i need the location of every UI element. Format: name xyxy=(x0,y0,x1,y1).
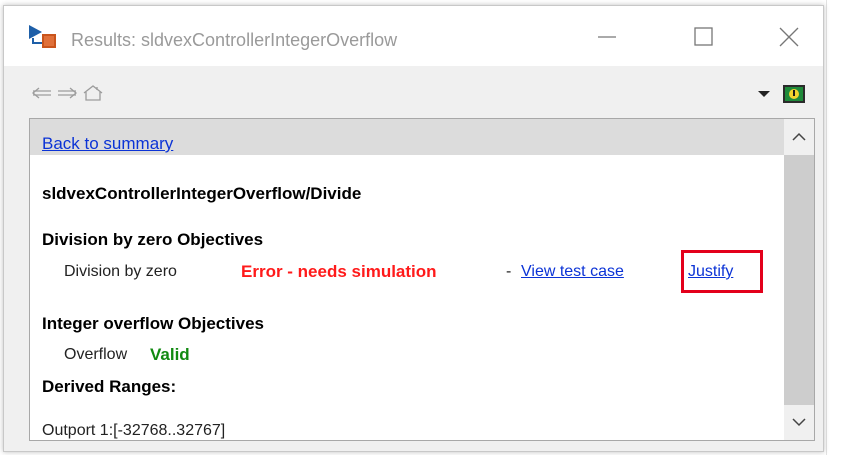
minimize-icon[interactable] xyxy=(592,24,622,50)
close-icon[interactable] xyxy=(774,24,804,50)
title-bar[interactable]: Results: sldvexControllerIntegerOverflow xyxy=(4,6,823,66)
window-title: Results: sldvexControllerIntegerOverflow xyxy=(71,30,398,50)
status-separator: - xyxy=(506,263,512,280)
overflow-objectives-heading: Integer overflow Objectives xyxy=(42,314,265,333)
division-status: Error - needs simulation xyxy=(241,262,437,281)
justify-link[interactable]: Justify xyxy=(688,263,733,281)
overflow-status: Valid xyxy=(150,345,190,364)
division-objectives-heading: Division by zero Objectives xyxy=(42,230,264,249)
simulink-model-icon xyxy=(29,25,56,48)
summary-bar: Back to summary xyxy=(30,119,784,155)
background-edge xyxy=(826,0,827,455)
scroll-down-icon[interactable] xyxy=(784,404,814,440)
home-icon[interactable] xyxy=(81,84,105,102)
vertical-scrollbar[interactable] xyxy=(784,119,814,440)
scrollbar-thumb[interactable] xyxy=(784,155,814,405)
results-window: Results: sldvexControllerIntegerOverflow xyxy=(3,5,824,452)
maximize-icon[interactable] xyxy=(688,24,718,50)
help-icon[interactable] xyxy=(782,84,806,104)
navigation-toolbar xyxy=(4,66,823,113)
scroll-up-icon[interactable] xyxy=(784,119,814,155)
view-test-case-link[interactable]: View test case xyxy=(521,263,624,281)
back-to-summary-link[interactable]: Back to summary xyxy=(42,134,173,154)
forward-arrow-icon[interactable] xyxy=(55,84,79,102)
dropdown-arrow-icon[interactable] xyxy=(756,88,772,100)
outport-range: Outport 1:[-32768..32767] xyxy=(42,422,226,439)
overflow-objective-label: Overflow xyxy=(64,346,128,363)
block-path-heading: sldvexControllerIntegerOverflow/Divide xyxy=(42,184,362,203)
results-content-pane: Back to summary sldvexControllerIntegerO… xyxy=(29,118,815,441)
derived-ranges-heading: Derived Ranges: xyxy=(42,377,177,396)
division-objective-label: Division by zero xyxy=(64,263,177,280)
back-arrow-icon[interactable] xyxy=(30,84,54,102)
